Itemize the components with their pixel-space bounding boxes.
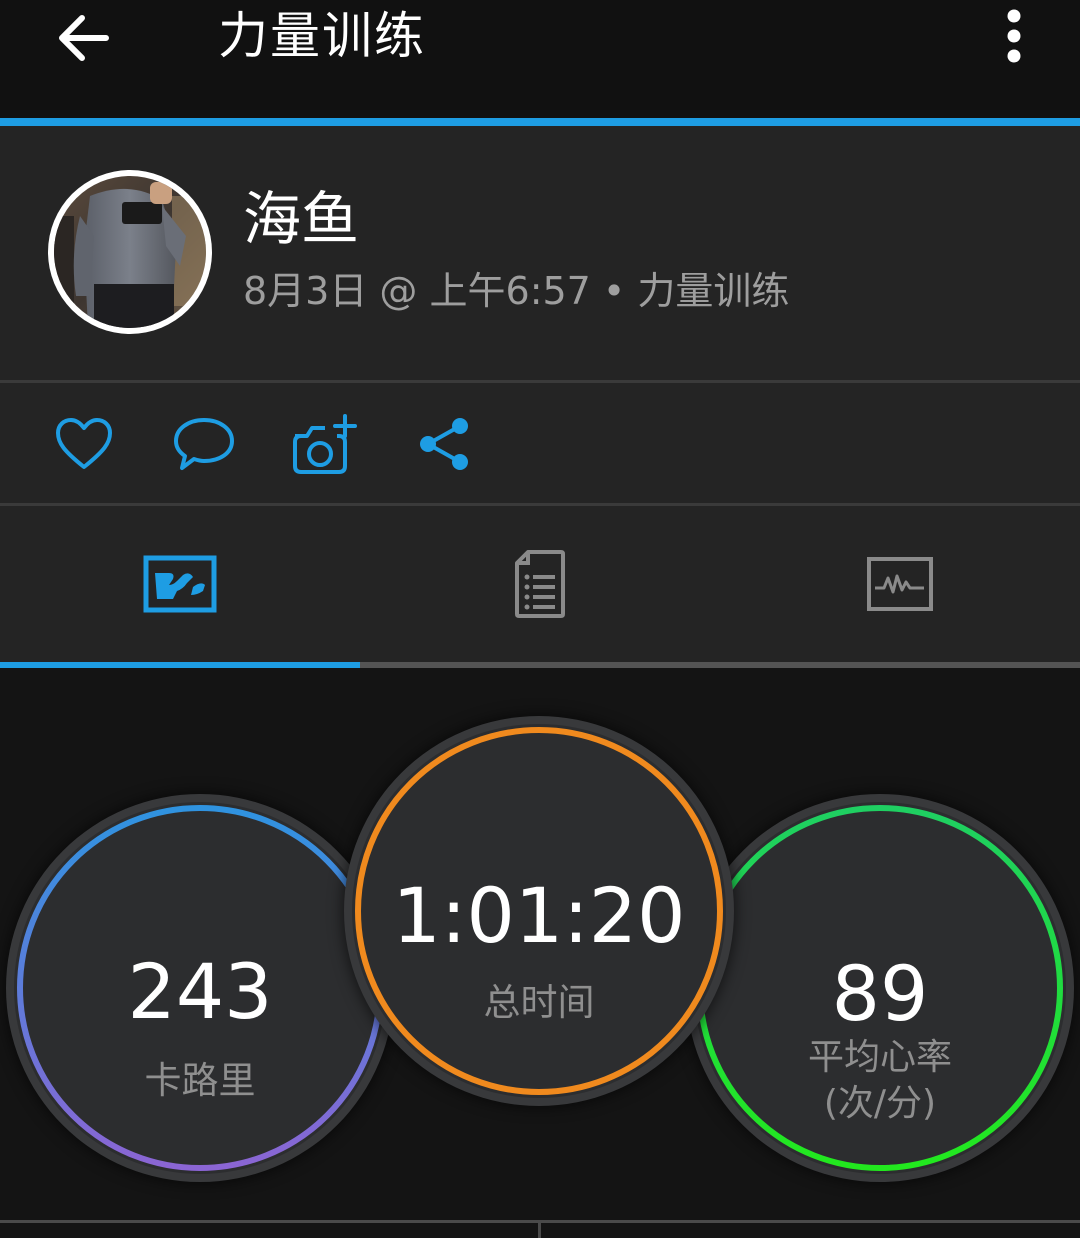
activity-meta: 8月3日 @ 上午6:57 • 力量训练: [243, 269, 790, 313]
avatar-photo: [54, 176, 206, 328]
header-accent-line: [0, 118, 1080, 126]
tab-details[interactable]: [360, 506, 720, 662]
comment-icon: [174, 418, 234, 470]
more-options-button[interactable]: [986, 6, 1042, 66]
bottom-separator: [538, 1220, 541, 1238]
heart-rate-label: 平均心率: [807, 1037, 952, 1078]
add-photo-button[interactable]: [288, 411, 360, 477]
heart-rate-unit: (次/分): [823, 1083, 937, 1124]
back-button[interactable]: [48, 4, 120, 72]
avg-heart-rate-stat[interactable]: 89 平均心率 (次/分): [694, 802, 1066, 1174]
user-name[interactable]: 海鱼: [243, 184, 359, 254]
chart-pulse-icon: [867, 557, 933, 611]
total-time-label: 总时间: [483, 981, 595, 1024]
activity-header: 海鱼 8月3日 @ 上午6:57 • 力量训练: [0, 126, 1080, 380]
heart-icon: [56, 418, 112, 469]
page-title: 力量训练: [218, 7, 426, 65]
total-time-stat[interactable]: 1:01:20 总时间: [352, 724, 726, 1098]
camera-add-icon: [293, 414, 357, 474]
map-overview-icon: [143, 555, 217, 613]
calories-stat[interactable]: 243 卡路里: [14, 802, 386, 1174]
top-app-bar: 力量训练: [0, 0, 1080, 118]
calories-label: 卡路里: [144, 1059, 256, 1102]
more-vertical-icon: [1007, 9, 1021, 63]
arrow-left-icon: [59, 15, 109, 61]
details-list-icon: [515, 550, 565, 618]
share-icon: [420, 418, 468, 470]
avatar[interactable]: [48, 170, 212, 334]
tab-charts[interactable]: [720, 506, 1080, 662]
share-button[interactable]: [408, 411, 480, 477]
activity-tabs: [0, 506, 1080, 662]
total-time-value: 1:01:20: [392, 871, 686, 960]
social-actions-bar: [0, 383, 1080, 503]
heart-rate-value: 89: [831, 949, 929, 1038]
tab-overview[interactable]: [0, 506, 360, 662]
calories-value: 243: [127, 947, 273, 1036]
comment-button[interactable]: [168, 411, 240, 477]
like-button[interactable]: [48, 411, 120, 477]
